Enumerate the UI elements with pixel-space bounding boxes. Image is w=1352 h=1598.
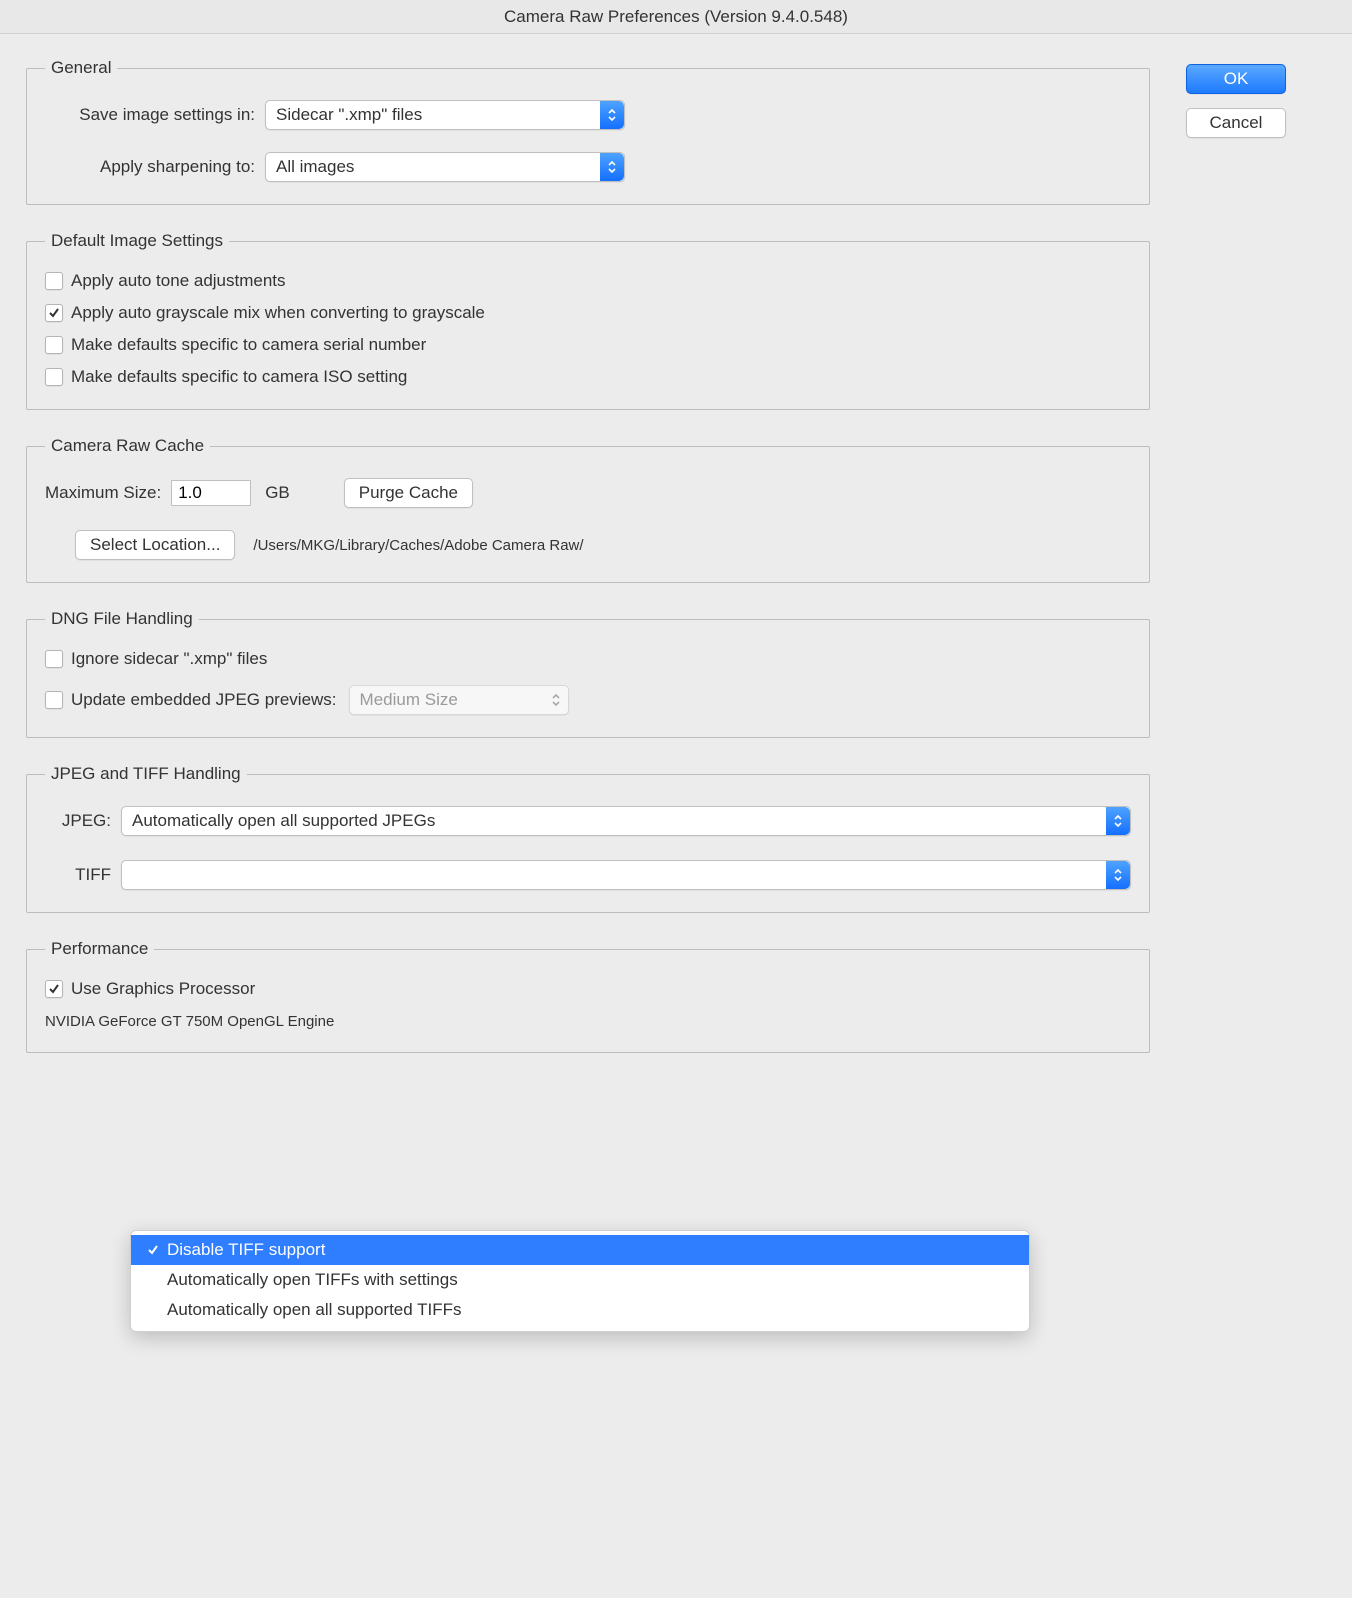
sharpening-select[interactable]: All images — [265, 152, 625, 182]
save-settings-select[interactable]: Sidecar ".xmp" files — [265, 100, 625, 130]
group-performance-legend: Performance — [45, 939, 154, 959]
jpeg-value: Automatically open all supported JPEGs — [132, 811, 1106, 831]
group-general: General Save image settings in: Sidecar … — [26, 58, 1150, 205]
save-settings-label: Save image settings in: — [45, 105, 265, 125]
updown-icon — [600, 101, 624, 129]
tiff-option[interactable]: Automatically open all supported TIFFs — [131, 1295, 1029, 1325]
updown-icon — [1106, 861, 1130, 889]
use-gpu-label: Use Graphics Processor — [71, 979, 255, 999]
save-settings-value: Sidecar ".xmp" files — [276, 105, 600, 125]
ignore-sidecar-checkbox[interactable] — [45, 650, 63, 668]
default-image-label: Apply auto tone adjustments — [71, 271, 286, 291]
default-image-checkbox[interactable] — [45, 368, 63, 386]
tiff-select[interactable] — [121, 860, 1131, 890]
use-gpu-checkbox[interactable] — [45, 980, 63, 998]
group-default-image-settings-legend: Default Image Settings — [45, 231, 229, 251]
sharpening-label: Apply sharpening to: — [45, 157, 265, 177]
preview-size-value: Medium Size — [360, 690, 544, 710]
cancel-button[interactable]: Cancel — [1186, 108, 1286, 138]
select-location-button[interactable]: Select Location... — [75, 530, 235, 560]
jpeg-select[interactable]: Automatically open all supported JPEGs — [121, 806, 1131, 836]
updown-icon — [544, 686, 568, 714]
tiff-option-label: Automatically open TIFFs with settings — [167, 1270, 458, 1290]
max-size-input[interactable] — [171, 480, 251, 506]
purge-cache-button[interactable]: Purge Cache — [344, 478, 473, 508]
default-image-label: Make defaults specific to camera ISO set… — [71, 367, 407, 387]
updown-icon — [600, 153, 624, 181]
tiff-option[interactable]: Automatically open TIFFs with settings — [131, 1265, 1029, 1295]
group-dng: DNG File Handling Ignore sidecar ".xmp" … — [26, 609, 1150, 738]
tiff-label: TIFF — [45, 865, 121, 885]
gpu-name: NVIDIA GeForce GT 750M OpenGL Engine — [45, 1013, 1131, 1030]
default-image-label: Make defaults specific to camera serial … — [71, 335, 426, 355]
tiff-option-label: Automatically open all supported TIFFs — [167, 1300, 462, 1320]
sharpening-value: All images — [276, 157, 600, 177]
default-image-checkbox[interactable] — [45, 272, 63, 290]
tiff-option[interactable]: Disable TIFF support — [131, 1235, 1029, 1265]
max-size-unit: GB — [251, 483, 304, 503]
jpeg-label: JPEG: — [45, 811, 121, 831]
window-title: Camera Raw Preferences (Version 9.4.0.54… — [0, 0, 1352, 34]
cache-path: /Users/MKG/Library/Caches/Adobe Camera R… — [235, 537, 583, 554]
group-general-legend: General — [45, 58, 117, 78]
group-performance: Performance Use Graphics Processor NVIDI… — [26, 939, 1150, 1053]
default-image-checkbox[interactable] — [45, 336, 63, 354]
group-cache-legend: Camera Raw Cache — [45, 436, 210, 456]
tiff-dropdown-popup[interactable]: Disable TIFF support Automatically open T… — [130, 1230, 1030, 1332]
ignore-sidecar-label: Ignore sidecar ".xmp" files — [71, 649, 267, 669]
preview-size-select: Medium Size — [349, 685, 569, 715]
default-image-label: Apply auto grayscale mix when converting… — [71, 303, 485, 323]
check-icon — [143, 1244, 163, 1256]
group-jpeg-tiff: JPEG and TIFF Handling JPEG: Automatical… — [26, 764, 1150, 913]
group-jpeg-tiff-legend: JPEG and TIFF Handling — [45, 764, 247, 784]
tiff-option-label: Disable TIFF support — [167, 1240, 325, 1260]
default-image-checkbox[interactable] — [45, 304, 63, 322]
max-size-label: Maximum Size: — [45, 483, 171, 503]
update-previews-checkbox[interactable] — [45, 691, 63, 709]
ok-button[interactable]: OK — [1186, 64, 1286, 94]
update-previews-label: Update embedded JPEG previews: — [71, 690, 349, 710]
updown-icon — [1106, 807, 1130, 835]
group-dng-legend: DNG File Handling — [45, 609, 199, 629]
group-cache: Camera Raw Cache Maximum Size: GB Purge … — [26, 436, 1150, 583]
group-default-image-settings: Default Image Settings Apply auto tone a… — [26, 231, 1150, 410]
